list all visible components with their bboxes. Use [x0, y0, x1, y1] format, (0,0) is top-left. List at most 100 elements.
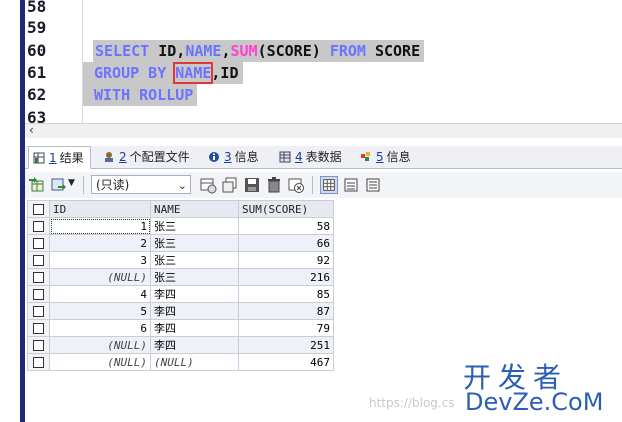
code-line[interactable]: SELECT ID,NAME,SUM(SCORE) FROM SCORE — [93, 40, 425, 62]
code-token: FROM — [329, 42, 366, 60]
code-token: (SCORE) — [257, 42, 330, 60]
code-token: SCORE — [365, 42, 421, 60]
code-token: SELECT — [95, 42, 150, 60]
tab-number: 4 — [295, 150, 303, 164]
table-row[interactable]: 5 李四 87 — [27, 302, 334, 320]
code-line[interactable]: WITH ROLLUP — [83, 84, 198, 106]
chevron-down-icon: ⌄ — [177, 179, 187, 192]
table-row[interactable]: (NULL) 张三 216 — [27, 268, 334, 286]
checkbox[interactable] — [33, 221, 44, 232]
row-checkbox-cell[interactable] — [27, 353, 50, 371]
cell-id[interactable]: 1 — [49, 217, 151, 235]
checkbox[interactable] — [33, 357, 44, 368]
row-checkbox-cell[interactable] — [27, 217, 50, 235]
result-tabs: 1 结果 2 个配置文件 3 信息 4 表数据 5 信息 — [25, 146, 622, 169]
text-view-icon[interactable] — [364, 176, 382, 194]
row-checkbox-cell[interactable] — [27, 234, 50, 252]
tab-1[interactable]: 1 结果 — [28, 146, 91, 169]
scroll-left-arrow-icon[interactable]: ‹ — [29, 123, 34, 137]
table-row[interactable]: (NULL) 李四 251 — [27, 336, 334, 354]
duplicate-row-icon[interactable] — [221, 176, 239, 194]
tab-3[interactable]: 3 信息 — [204, 146, 265, 168]
cell-name[interactable]: (NULL) — [150, 353, 239, 371]
delete-icon[interactable] — [265, 176, 283, 194]
cell-sum[interactable]: 58 — [238, 217, 334, 235]
row-checkbox-cell[interactable] — [27, 336, 50, 354]
cell-id[interactable]: 6 — [49, 319, 151, 337]
cell-name[interactable]: 李四 — [150, 319, 239, 337]
import-grid-icon[interactable] — [50, 176, 68, 194]
line-number-gutter: 58 59 60 61 62 63 — [25, 0, 81, 123]
save-icon[interactable] — [243, 176, 261, 194]
checkbox[interactable] — [33, 289, 44, 300]
left-margin — [0, 0, 20, 422]
column-header-id[interactable]: ID — [49, 200, 151, 218]
checkbox[interactable] — [33, 238, 44, 249]
site-logo: 开发者 DevZe.CoM — [463, 356, 613, 416]
row-checkbox-cell[interactable] — [27, 302, 50, 320]
row-checkbox-cell[interactable] — [27, 319, 50, 337]
add-row-icon[interactable] — [199, 176, 217, 194]
code-line[interactable]: GROUP BY NAME,ID — [83, 62, 243, 84]
table-row[interactable]: (NULL) (NULL) 467 — [27, 353, 334, 371]
table-row[interactable]: 3 张三 92 — [27, 251, 334, 269]
cell-id[interactable]: (NULL) — [49, 336, 151, 354]
table-row[interactable]: 2 张三 66 — [27, 234, 334, 252]
checkbox[interactable] — [33, 272, 44, 283]
cell-sum[interactable]: 79 — [238, 319, 334, 337]
mode-select[interactable]: (只读) ⌄ — [91, 175, 191, 194]
cell-name[interactable]: 李四 — [150, 285, 239, 303]
editor-horizontal-scrollbar[interactable]: ‹ — [25, 123, 622, 138]
cancel-changes-icon[interactable] — [287, 176, 305, 194]
cell-id[interactable]: 4 — [49, 285, 151, 303]
tab-4[interactable]: 4 表数据 — [275, 146, 348, 168]
cell-sum[interactable]: 66 — [238, 234, 334, 252]
grid-view-icon[interactable] — [320, 176, 338, 194]
checkbox[interactable] — [33, 340, 44, 351]
cell-sum[interactable]: 92 — [238, 251, 334, 269]
select-all-checkbox[interactable] — [27, 200, 50, 218]
cell-sum[interactable]: 216 — [238, 268, 334, 286]
result-grid-icon — [33, 152, 45, 164]
tab-label: 表数据 — [305, 150, 342, 164]
column-header-sum-score[interactable]: SUM(SCORE) — [238, 200, 334, 218]
cell-id[interactable]: 3 — [49, 251, 151, 269]
cell-name[interactable]: 张三 — [150, 234, 239, 252]
row-checkbox-cell[interactable] — [27, 251, 50, 269]
highlighted-token: NAME — [173, 62, 214, 84]
checkbox[interactable] — [33, 255, 44, 266]
cell-name[interactable]: 张三 — [150, 251, 239, 269]
code-token: NAME — [185, 42, 222, 60]
checkbox[interactable] — [33, 306, 44, 317]
tab-label: 个配置文件 — [129, 150, 190, 164]
form-view-icon[interactable] — [342, 176, 360, 194]
tab-2[interactable]: 2 个配置文件 — [99, 146, 196, 168]
table-row[interactable]: 6 李四 79 — [27, 319, 334, 337]
sql-editor[interactable]: 58 59 60 61 62 63 SELECT ID,NAME,SUM(SCORE) F… — [25, 0, 622, 123]
cell-name[interactable]: 张三 — [150, 217, 239, 235]
tab-number: 3 — [224, 150, 232, 164]
row-checkbox-cell[interactable] — [27, 268, 50, 286]
code-token: GROUP BY — [94, 64, 176, 82]
cell-sum[interactable]: 467 — [238, 353, 334, 371]
tab-5[interactable]: 5 信息 — [356, 146, 417, 168]
table-row[interactable]: 4 李四 85 — [27, 285, 334, 303]
cell-sum[interactable]: 251 — [238, 336, 334, 354]
code-token: WITH ROLLUP — [94, 86, 194, 104]
table-row[interactable]: 1 张三 58 — [27, 217, 334, 235]
cell-id[interactable]: (NULL) — [49, 268, 151, 286]
cell-name[interactable]: 李四 — [150, 302, 239, 320]
cell-id[interactable]: (NULL) — [49, 353, 151, 371]
dropdown-arrow-icon[interactable]: ▼ — [68, 178, 75, 188]
cell-sum[interactable]: 85 — [238, 285, 334, 303]
checkbox[interactable] — [33, 323, 44, 334]
export-grid-icon[interactable] — [28, 176, 46, 194]
checkbox[interactable] — [33, 204, 44, 215]
cell-name[interactable]: 李四 — [150, 336, 239, 354]
cell-id[interactable]: 5 — [49, 302, 151, 320]
column-header-name[interactable]: NAME — [150, 200, 239, 218]
cell-name[interactable]: 张三 — [150, 268, 239, 286]
row-checkbox-cell[interactable] — [27, 285, 50, 303]
cell-sum[interactable]: 87 — [238, 302, 334, 320]
cell-id[interactable]: 2 — [49, 234, 151, 252]
